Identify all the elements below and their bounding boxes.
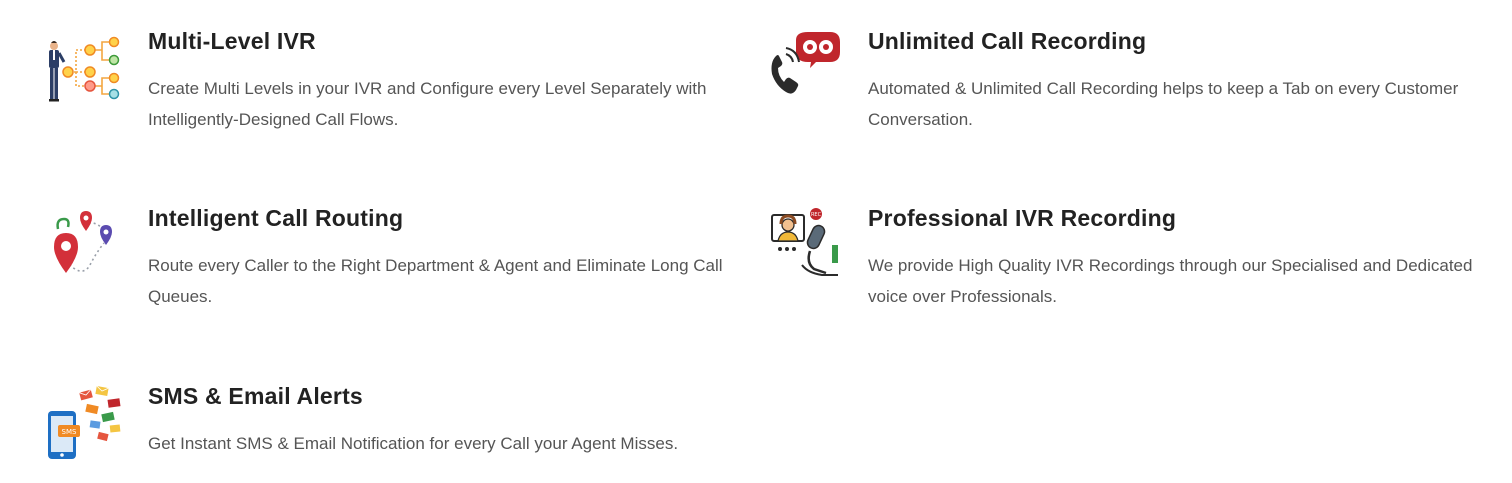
- rec-badge-text: REC: [811, 212, 822, 218]
- features-grid: Multi-Level IVR Create Multi Levels in y…: [0, 0, 1512, 483]
- feature-title: SMS & Email Alerts: [148, 383, 363, 409]
- feature-text: Intelligent Call Routing Route every Cal…: [148, 203, 748, 312]
- feature-description: Get Instant SMS & Email Notification for…: [148, 434, 679, 453]
- feature-title: Professional IVR Recording: [868, 205, 1177, 231]
- feature-text: Unlimited Call Recording Automated & Unl…: [868, 26, 1478, 135]
- routing-pins-icon: [46, 203, 126, 283]
- feature-title: Unlimited Call Recording: [868, 28, 1147, 54]
- voice-professional-icon: REC: [766, 203, 846, 283]
- sms-email-alert-icon: SMS: [46, 381, 126, 461]
- feature-text: Professional IVR Recording We provide Hi…: [868, 203, 1478, 312]
- feature-description: Route every Caller to the Right Departme…: [148, 256, 723, 306]
- feature-description: Automated & Unlimited Call Recording hel…: [868, 79, 1459, 129]
- feature-description: Create Multi Levels in your IVR and Conf…: [148, 79, 707, 129]
- ivr-flow-icon: [46, 26, 126, 106]
- call-recording-icon: [766, 26, 846, 106]
- feature-title: Multi-Level IVR: [148, 28, 316, 54]
- feature-title: Intelligent Call Routing: [148, 205, 404, 231]
- feature-text: SMS & Email Alerts Get Instant SMS & Ema…: [148, 381, 748, 460]
- sms-badge-text: SMS: [62, 428, 77, 436]
- feature-description: We provide High Quality IVR Recordings t…: [868, 256, 1473, 306]
- feature-text: Multi-Level IVR Create Multi Levels in y…: [148, 26, 748, 135]
